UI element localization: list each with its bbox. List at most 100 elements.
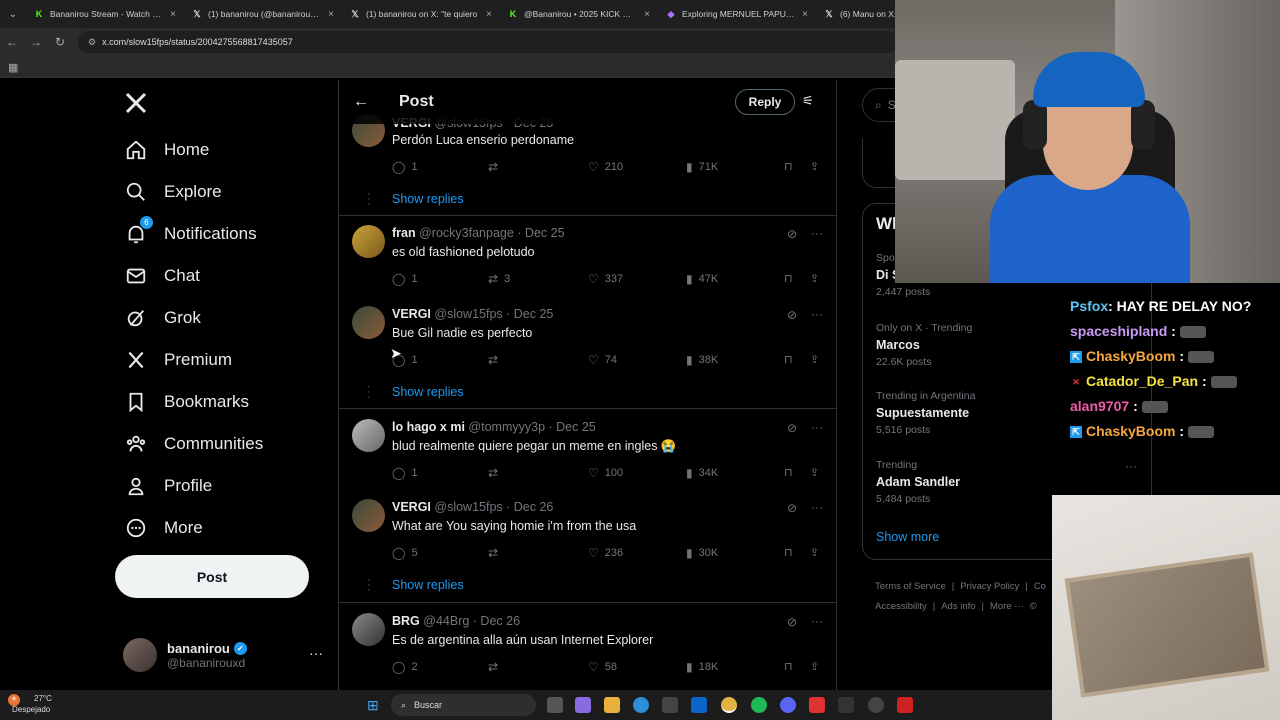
bookmark-icon[interactable]: ⊓ bbox=[784, 466, 793, 479]
more-icon[interactable]: ··· bbox=[811, 420, 823, 434]
x-logo-icon[interactable] bbox=[124, 90, 148, 122]
tab-search-button[interactable]: ⌄ bbox=[0, 0, 26, 28]
more-icon[interactable]: ··· bbox=[811, 307, 823, 321]
like-action[interactable]: ♡ 74 bbox=[588, 353, 617, 367]
tweet-author-handle[interactable]: @44Brg bbox=[423, 614, 469, 628]
taskbar-search[interactable]: ⌕ Buscar bbox=[391, 694, 536, 716]
tweet-date[interactable]: Dec 25 bbox=[525, 226, 565, 240]
app-icon[interactable] bbox=[897, 697, 913, 713]
grok-icon[interactable]: ⊘ bbox=[787, 308, 797, 322]
grok-icon[interactable]: ⊘ bbox=[787, 227, 797, 241]
footer-link[interactable]: Terms of Service bbox=[875, 581, 946, 592]
show-replies-link[interactable]: Show replies bbox=[392, 578, 464, 592]
browser-tab[interactable]: K @Bananirou • 2025 KICK WRAP × bbox=[500, 0, 658, 28]
reply-tweet[interactable]: VERGI @slow15fps · Dec 25 ⊘ ··· Bue Gil … bbox=[339, 296, 836, 408]
more-icon[interactable]: ··· bbox=[811, 614, 823, 628]
reply-action[interactable]: ◯ 5 bbox=[392, 546, 418, 560]
nav-home[interactable]: Home bbox=[124, 132, 209, 168]
repost-action[interactable]: ⇄ bbox=[488, 466, 504, 480]
task-view-icon[interactable] bbox=[547, 697, 563, 713]
spotify-icon[interactable] bbox=[751, 697, 767, 713]
share-icon[interactable]: ⇪ bbox=[810, 466, 819, 479]
outlook-icon[interactable] bbox=[691, 697, 707, 713]
filter-icon[interactable]: ⚟ bbox=[802, 93, 814, 109]
share-icon[interactable]: ⇪ bbox=[810, 160, 819, 173]
nav-more[interactable]: More bbox=[124, 510, 203, 546]
more-icon[interactable]: ··· bbox=[811, 500, 823, 514]
close-icon[interactable]: × bbox=[170, 9, 176, 20]
close-icon[interactable]: × bbox=[644, 9, 650, 20]
reply-tweet[interactable]: fran @rocky3fanpage · Dec 25 ⊘ ··· es ol… bbox=[339, 216, 836, 296]
views-action[interactable]: ▮ 47K bbox=[686, 272, 718, 286]
repost-action[interactable]: ⇄ bbox=[488, 660, 504, 674]
tweet-author-name[interactable]: fran bbox=[392, 226, 416, 240]
app-icon[interactable] bbox=[838, 697, 854, 713]
reply-tweet[interactable]: VERGI @slow15fps · Dec 26 ⊘ ··· What are… bbox=[339, 489, 836, 602]
views-action[interactable]: ▮ 38K bbox=[686, 353, 718, 367]
forward-icon[interactable]: → bbox=[24, 35, 48, 49]
footer-link[interactable]: Accessibility bbox=[875, 601, 927, 612]
nav-bookmarks[interactable]: Bookmarks bbox=[124, 384, 249, 420]
more-icon[interactable]: ··· bbox=[811, 226, 823, 240]
nav-grok[interactable]: Grok bbox=[124, 300, 201, 336]
footer-link[interactable]: Privacy Policy bbox=[960, 581, 1019, 592]
grok-icon[interactable]: ⊘ bbox=[787, 501, 797, 515]
edge-icon[interactable] bbox=[633, 697, 649, 713]
show-more-link[interactable]: Show more bbox=[876, 530, 939, 544]
tweet-date[interactable]: Dec 25 bbox=[556, 420, 596, 434]
show-replies-link[interactable]: Show replies bbox=[392, 385, 464, 399]
browser-tab[interactable]: K Bananirou Stream - Watch Live × bbox=[26, 0, 184, 28]
copilot-icon[interactable] bbox=[575, 697, 591, 713]
back-arrow-icon[interactable]: ← bbox=[353, 93, 369, 111]
reply-action[interactable]: ◯ 1 bbox=[392, 466, 418, 480]
close-icon[interactable]: × bbox=[328, 9, 334, 20]
browser-tab[interactable]: 𝕏 (1) bananirou on X: "te quiero × bbox=[342, 0, 500, 28]
repost-action[interactable]: ⇄ bbox=[488, 353, 504, 367]
share-icon[interactable]: ⇪ bbox=[810, 353, 819, 366]
tweet-author-name[interactable]: lo hago x mi bbox=[392, 420, 465, 434]
post-button[interactable]: Post bbox=[115, 555, 309, 598]
repost-action[interactable]: ⇄ bbox=[488, 546, 504, 560]
close-icon[interactable]: × bbox=[802, 9, 808, 20]
apps-grid-icon[interactable]: ▦ bbox=[8, 61, 18, 74]
repost-action[interactable]: ⇄ 3 bbox=[488, 272, 510, 286]
reply-action[interactable]: ◯ 2 bbox=[392, 660, 418, 674]
nav-explore[interactable]: Explore bbox=[124, 174, 222, 210]
reply-tweet[interactable]: lo hago x mi @tommyyy3p · Dec 25 ⊘ ··· b… bbox=[339, 409, 836, 489]
bookmark-icon[interactable]: ⊓ bbox=[784, 546, 793, 559]
tweet-author-name[interactable]: VERGI bbox=[392, 307, 431, 321]
back-icon[interactable]: ← bbox=[0, 35, 24, 49]
views-action[interactable]: ▮ 30K bbox=[686, 546, 718, 560]
more-icon[interactable]: ··· bbox=[1125, 459, 1137, 473]
like-action[interactable]: ♡ 210 bbox=[588, 160, 623, 174]
nav-premium[interactable]: Premium bbox=[124, 342, 232, 378]
nav-communities[interactable]: Communities bbox=[124, 426, 263, 462]
bookmark-icon[interactable]: ⊓ bbox=[784, 160, 793, 173]
tweet-date[interactable]: Dec 26 bbox=[480, 614, 520, 628]
tweet-author-handle[interactable]: @slow15fps bbox=[434, 500, 502, 514]
like-action[interactable]: ♡ 100 bbox=[588, 466, 623, 480]
account-switcher[interactable]: bananirou ✓ @bananirouxd ··· bbox=[123, 633, 323, 677]
like-action[interactable]: ♡ 337 bbox=[588, 272, 623, 286]
like-action[interactable]: ♡ 58 bbox=[588, 660, 617, 674]
reply-button[interactable]: Reply bbox=[735, 89, 795, 115]
reply-action[interactable]: ◯ 1 bbox=[392, 160, 418, 174]
browser-tab[interactable]: ◆ Exploring MERNUEL PAPU: Twi × bbox=[658, 0, 816, 28]
weather-widget[interactable]: 27°C Despejado bbox=[12, 693, 52, 715]
footer-link[interactable]: Ads info bbox=[941, 601, 975, 612]
store-icon[interactable] bbox=[662, 697, 678, 713]
chrome-icon[interactable] bbox=[721, 697, 737, 713]
bookmark-icon[interactable]: ⊓ bbox=[784, 353, 793, 366]
tweet-author-handle[interactable]: @slow15fps bbox=[434, 307, 502, 321]
show-replies-link[interactable]: Show replies bbox=[392, 192, 464, 206]
site-info-icon[interactable]: ⚙ bbox=[88, 37, 96, 48]
repost-action[interactable]: ⇄ bbox=[488, 160, 504, 174]
tweet-author-handle[interactable]: @tommyyy3p bbox=[468, 420, 545, 434]
tweet-author-name[interactable]: BRG bbox=[392, 614, 420, 628]
close-icon[interactable]: × bbox=[486, 9, 492, 20]
nav-notifications[interactable]: 6 Notifications bbox=[124, 216, 257, 252]
share-icon[interactable]: ⇪ bbox=[810, 546, 819, 559]
share-icon[interactable]: ⇪ bbox=[810, 660, 819, 673]
views-action[interactable]: ▮ 71K bbox=[686, 160, 718, 174]
like-action[interactable]: ♡ 236 bbox=[588, 546, 623, 560]
